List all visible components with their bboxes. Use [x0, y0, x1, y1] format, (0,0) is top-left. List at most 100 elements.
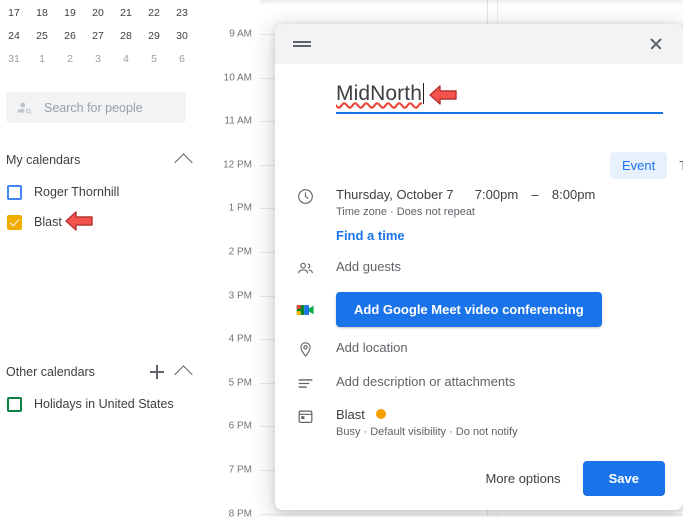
add-description-row[interactable]: Add description or attachments: [275, 373, 683, 393]
google-meet-row[interactable]: Add Google Meet video conferencing: [275, 292, 683, 327]
hour-label: 6 PM: [228, 420, 252, 432]
tab-task-label: Task: [679, 158, 683, 173]
mini-calendar-day[interactable]: 21: [112, 2, 140, 25]
add-guests-row[interactable]: Add guests: [275, 258, 683, 278]
add-google-meet-button[interactable]: Add Google Meet video conferencing: [336, 292, 602, 327]
time-range-dash: –: [531, 187, 539, 202]
hour-label: 5 PM: [228, 377, 252, 389]
calendar-checkbox-roger-thornhill[interactable]: [7, 184, 22, 200]
other-calendars-title: Other calendars: [6, 365, 95, 379]
drag-handle-icon[interactable]: [293, 39, 311, 49]
calendar-color-dot: [375, 409, 386, 419]
find-a-time-link[interactable]: Find a time: [336, 228, 405, 243]
chevron-up-icon: [173, 152, 193, 172]
calendar-checkbox-blast[interactable]: [7, 214, 22, 230]
clock-icon: [275, 186, 336, 206]
find-a-time-row[interactable]: Find a time: [275, 227, 683, 245]
mini-calendar-day[interactable]: 2: [56, 48, 84, 71]
mini-calendar-day[interactable]: 27: [84, 25, 112, 48]
dialog-tabs[interactable]: Event Task Appointment schedule NEW: [610, 152, 683, 179]
event-title-field[interactable]: MidNorth: [336, 82, 663, 114]
calendar-item-roger-thornhill[interactable]: Roger Thornhill: [0, 177, 196, 207]
description-lines-icon: [275, 373, 336, 393]
calendar-icon: [275, 406, 336, 426]
event-title-value: MidNorth: [336, 82, 422, 105]
close-icon[interactable]: [643, 31, 669, 57]
mini-month-calendar[interactable]: 17 18 19 20 21 22 23 24 25 26 27 28 29 30 31 1 2 3 4 5 6: [0, 2, 196, 71]
save-button[interactable]: Save: [582, 460, 665, 496]
calendar-label-holidays: Holidays in United States: [34, 397, 174, 411]
mini-calendar-day[interactable]: 30: [168, 25, 196, 48]
search-people-input[interactable]: Search for people: [6, 92, 186, 123]
event-date[interactable]: Thursday, October 7: [336, 187, 454, 202]
tab-task[interactable]: Task: [667, 152, 683, 179]
more-options-button[interactable]: More options: [485, 471, 560, 486]
people-icon: [275, 258, 336, 278]
search-people-placeholder: Search for people: [44, 100, 143, 115]
calendar-checkbox-holidays[interactable]: [7, 396, 22, 412]
mini-calendar-day[interactable]: 6: [168, 48, 196, 71]
calendar-label-roger-thornhill: Roger Thornhill: [34, 185, 120, 199]
mini-calendar-day[interactable]: 31: [0, 48, 28, 71]
my-calendars-title: My calendars: [6, 153, 81, 167]
my-calendars-collapse-button[interactable]: [170, 147, 196, 173]
hour-label: 1 PM: [228, 202, 252, 214]
mini-calendar-day[interactable]: 29: [140, 25, 168, 48]
mini-calendar-day[interactable]: 18: [28, 2, 56, 25]
hour-label: 8 PM: [228, 508, 252, 517]
add-location-placeholder[interactable]: Add location: [336, 339, 683, 356]
event-calendar-name-wrap: Blast: [336, 406, 683, 423]
mini-calendar-week-row: 17 18 19 20 21 22 23: [0, 2, 196, 25]
hour-label: 12 PM: [223, 159, 252, 171]
event-creation-dialog[interactable]: MidNorth Event Task Appointment schedule…: [275, 24, 683, 510]
location-pin-icon: [275, 339, 336, 359]
mini-calendar-day[interactable]: 24: [0, 25, 28, 48]
mini-calendar-week-row: 24 25 26 27 28 29 30: [0, 25, 196, 48]
add-location-row[interactable]: Add location: [275, 339, 683, 359]
datetime-row[interactable]: Thursday, October 7 7:00pm – 8:00pm Time…: [275, 186, 683, 220]
mini-calendar-day[interactable]: 25: [28, 25, 56, 48]
mini-calendar-day[interactable]: 28: [112, 25, 140, 48]
add-guests-placeholder[interactable]: Add guests: [336, 258, 683, 275]
tab-event[interactable]: Event: [610, 152, 668, 179]
mini-calendar-week-row: 31 1 2 3 4 5 6: [0, 48, 196, 71]
add-other-calendar-button[interactable]: [144, 359, 170, 385]
dialog-footer: More options Save: [275, 446, 683, 510]
mini-calendar-day[interactable]: 20: [84, 2, 112, 25]
hour-label: 2 PM: [228, 246, 252, 258]
people-search-icon: [16, 99, 34, 117]
text-cursor: [423, 83, 424, 104]
mini-calendar-day[interactable]: 19: [56, 2, 84, 25]
hour-label: 3 PM: [228, 290, 252, 302]
event-visibility-sub[interactable]: Busy · Default visibility · Do not notif…: [336, 425, 683, 440]
dialog-header: [275, 24, 683, 64]
hour-label: 9 AM: [229, 28, 252, 40]
event-calendar-name: Blast: [336, 407, 365, 422]
mini-calendar-day[interactable]: 4: [112, 48, 140, 71]
mini-calendar-day[interactable]: 3: [84, 48, 112, 71]
calendar-app-window: 17 18 19 20 21 22 23 24 25 26 27 28 29 30 31 1 2 3 4 5 6 Sea…: [0, 0, 683, 517]
my-calendars-header[interactable]: My calendars: [0, 145, 196, 175]
mini-calendar-day[interactable]: 5: [140, 48, 168, 71]
hour-label: 7 PM: [228, 464, 252, 476]
hour-label: 4 PM: [228, 333, 252, 345]
add-description-placeholder[interactable]: Add description or attachments: [336, 373, 683, 390]
other-calendars-collapse-button[interactable]: [170, 359, 196, 385]
calendar-item-holidays[interactable]: Holidays in United States: [0, 389, 196, 419]
mini-calendar-day[interactable]: 26: [56, 25, 84, 48]
calendar-item-blast[interactable]: Blast: [0, 207, 196, 237]
event-end-time[interactable]: 8:00pm: [552, 187, 595, 202]
other-calendars-header[interactable]: Other calendars: [0, 357, 196, 387]
event-calendar-row[interactable]: Blast Busy · Default visibility · Do not…: [275, 406, 683, 440]
mini-calendar-day[interactable]: 22: [140, 2, 168, 25]
mini-calendar-day[interactable]: 23: [168, 2, 196, 25]
datetime-main: Thursday, October 7 7:00pm – 8:00pm: [336, 186, 683, 203]
timezone-repeat-sub[interactable]: Time zone · Does not repeat: [336, 205, 683, 220]
hour-label: 10 AM: [223, 72, 252, 84]
mini-calendar-day[interactable]: 1: [28, 48, 56, 71]
calendar-label-blast: Blast: [34, 215, 62, 229]
chevron-up-icon: [173, 364, 193, 384]
mini-calendar-day[interactable]: 17: [0, 2, 28, 25]
event-start-time[interactable]: 7:00pm: [475, 187, 518, 202]
